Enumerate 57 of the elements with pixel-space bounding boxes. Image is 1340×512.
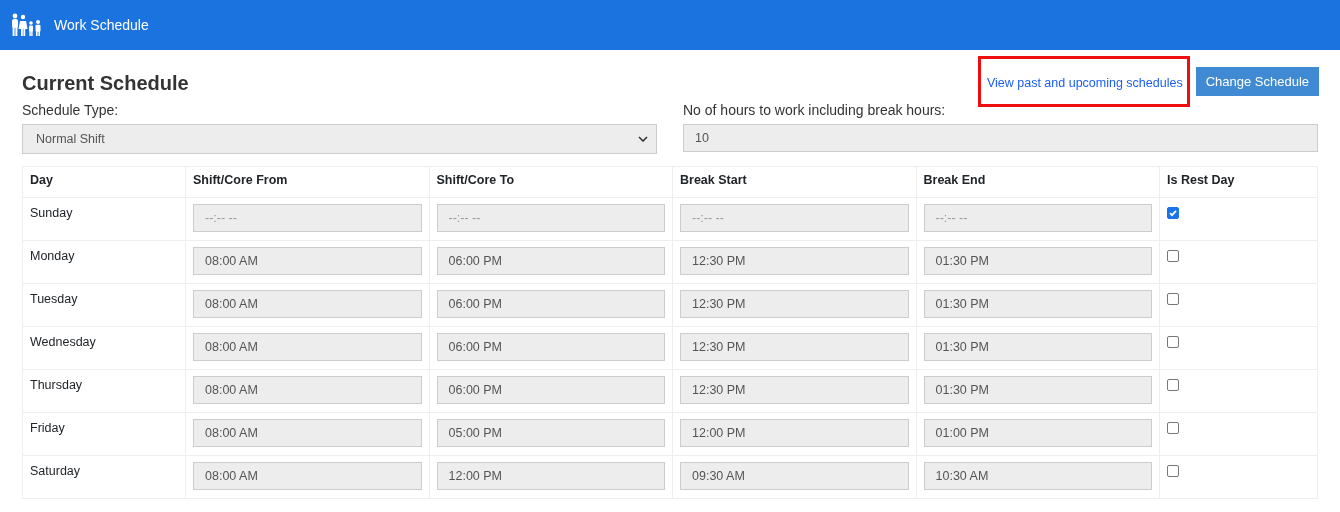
time-field[interactable]: 12:30 PM bbox=[680, 290, 909, 318]
app-title: Work Schedule bbox=[54, 17, 149, 33]
time-field[interactable]: 05:00 PM bbox=[436, 419, 665, 447]
time-field[interactable]: 10:30 AM bbox=[923, 462, 1152, 490]
change-schedule-button[interactable]: Change Schedule bbox=[1195, 67, 1319, 96]
day-name: Sunday bbox=[30, 206, 73, 220]
time-field[interactable]: --:-- -- bbox=[923, 204, 1152, 232]
time-field[interactable]: 12:00 PM bbox=[680, 419, 909, 447]
time-field[interactable]: 06:00 PM bbox=[436, 376, 665, 404]
field-label: No of hours to work including break hours: bbox=[683, 102, 947, 118]
rest-day-checkbox[interactable] bbox=[1167, 293, 1179, 305]
time-field[interactable]: 12:30 PM bbox=[680, 376, 909, 404]
day-name: Monday bbox=[30, 249, 75, 263]
time-field[interactable]: 01:00 PM bbox=[923, 419, 1152, 447]
time-field[interactable]: 08:00 AM bbox=[193, 462, 422, 490]
time-field[interactable]: 06:00 PM bbox=[436, 247, 665, 275]
time-field[interactable]: --:-- -- bbox=[193, 204, 422, 232]
rest-day-checkbox[interactable] bbox=[1167, 422, 1179, 434]
rest-day-checkbox[interactable] bbox=[1167, 250, 1179, 262]
time-field[interactable]: 08:00 AM bbox=[193, 333, 422, 361]
column-header: Shift/Core To bbox=[429, 166, 673, 198]
time-field[interactable]: 06:00 PM bbox=[436, 333, 665, 361]
time-field[interactable]: 09:30 AM bbox=[680, 462, 909, 490]
time-field[interactable]: --:-- -- bbox=[680, 204, 909, 232]
time-field[interactable]: 12:00 PM bbox=[436, 462, 665, 490]
page-title: Current Schedule bbox=[22, 72, 189, 95]
day-name: Saturday bbox=[30, 464, 81, 478]
time-field[interactable]: 08:00 AM bbox=[193, 419, 422, 447]
time-field[interactable]: 08:00 AM bbox=[193, 376, 422, 404]
day-name: Friday bbox=[30, 421, 65, 435]
time-field[interactable]: 01:30 PM bbox=[923, 333, 1152, 361]
rest-day-checkbox[interactable] bbox=[1167, 336, 1179, 348]
day-name: Wednesday bbox=[30, 335, 96, 349]
time-field[interactable]: 01:30 PM bbox=[923, 247, 1152, 275]
time-field[interactable]: 01:30 PM bbox=[923, 290, 1152, 318]
field-label: Schedule Type: bbox=[22, 102, 120, 118]
schedule-type-dropdown[interactable]: Normal Shift bbox=[22, 124, 657, 154]
day-name: Thursday bbox=[30, 378, 83, 392]
column-header: Break Start bbox=[672, 166, 916, 198]
chevron-down-icon bbox=[638, 136, 648, 142]
rest-day-checkbox[interactable] bbox=[1167, 379, 1179, 391]
rest-day-checkbox[interactable] bbox=[1167, 465, 1179, 477]
rest-day-checkbox[interactable] bbox=[1167, 207, 1179, 219]
time-field[interactable]: 06:00 PM bbox=[436, 290, 665, 318]
column-header: Day bbox=[22, 166, 186, 198]
time-field[interactable]: 01:30 PM bbox=[923, 376, 1152, 404]
time-field[interactable]: 12:30 PM bbox=[680, 247, 909, 275]
hours-field[interactable]: 10 bbox=[683, 124, 1318, 152]
time-field[interactable]: 08:00 AM bbox=[193, 247, 422, 275]
time-field[interactable]: --:-- -- bbox=[436, 204, 665, 232]
past-schedules-link[interactable]: View past and upcoming schedules bbox=[986, 76, 1183, 90]
time-field[interactable]: 12:30 PM bbox=[680, 333, 909, 361]
time-field[interactable]: 08:00 AM bbox=[193, 290, 422, 318]
day-name: Tuesday bbox=[30, 292, 78, 306]
column-header: Is Rest Day bbox=[1159, 166, 1318, 198]
column-header: Break End bbox=[916, 166, 1160, 198]
column-header: Shift/Core From bbox=[185, 166, 429, 198]
